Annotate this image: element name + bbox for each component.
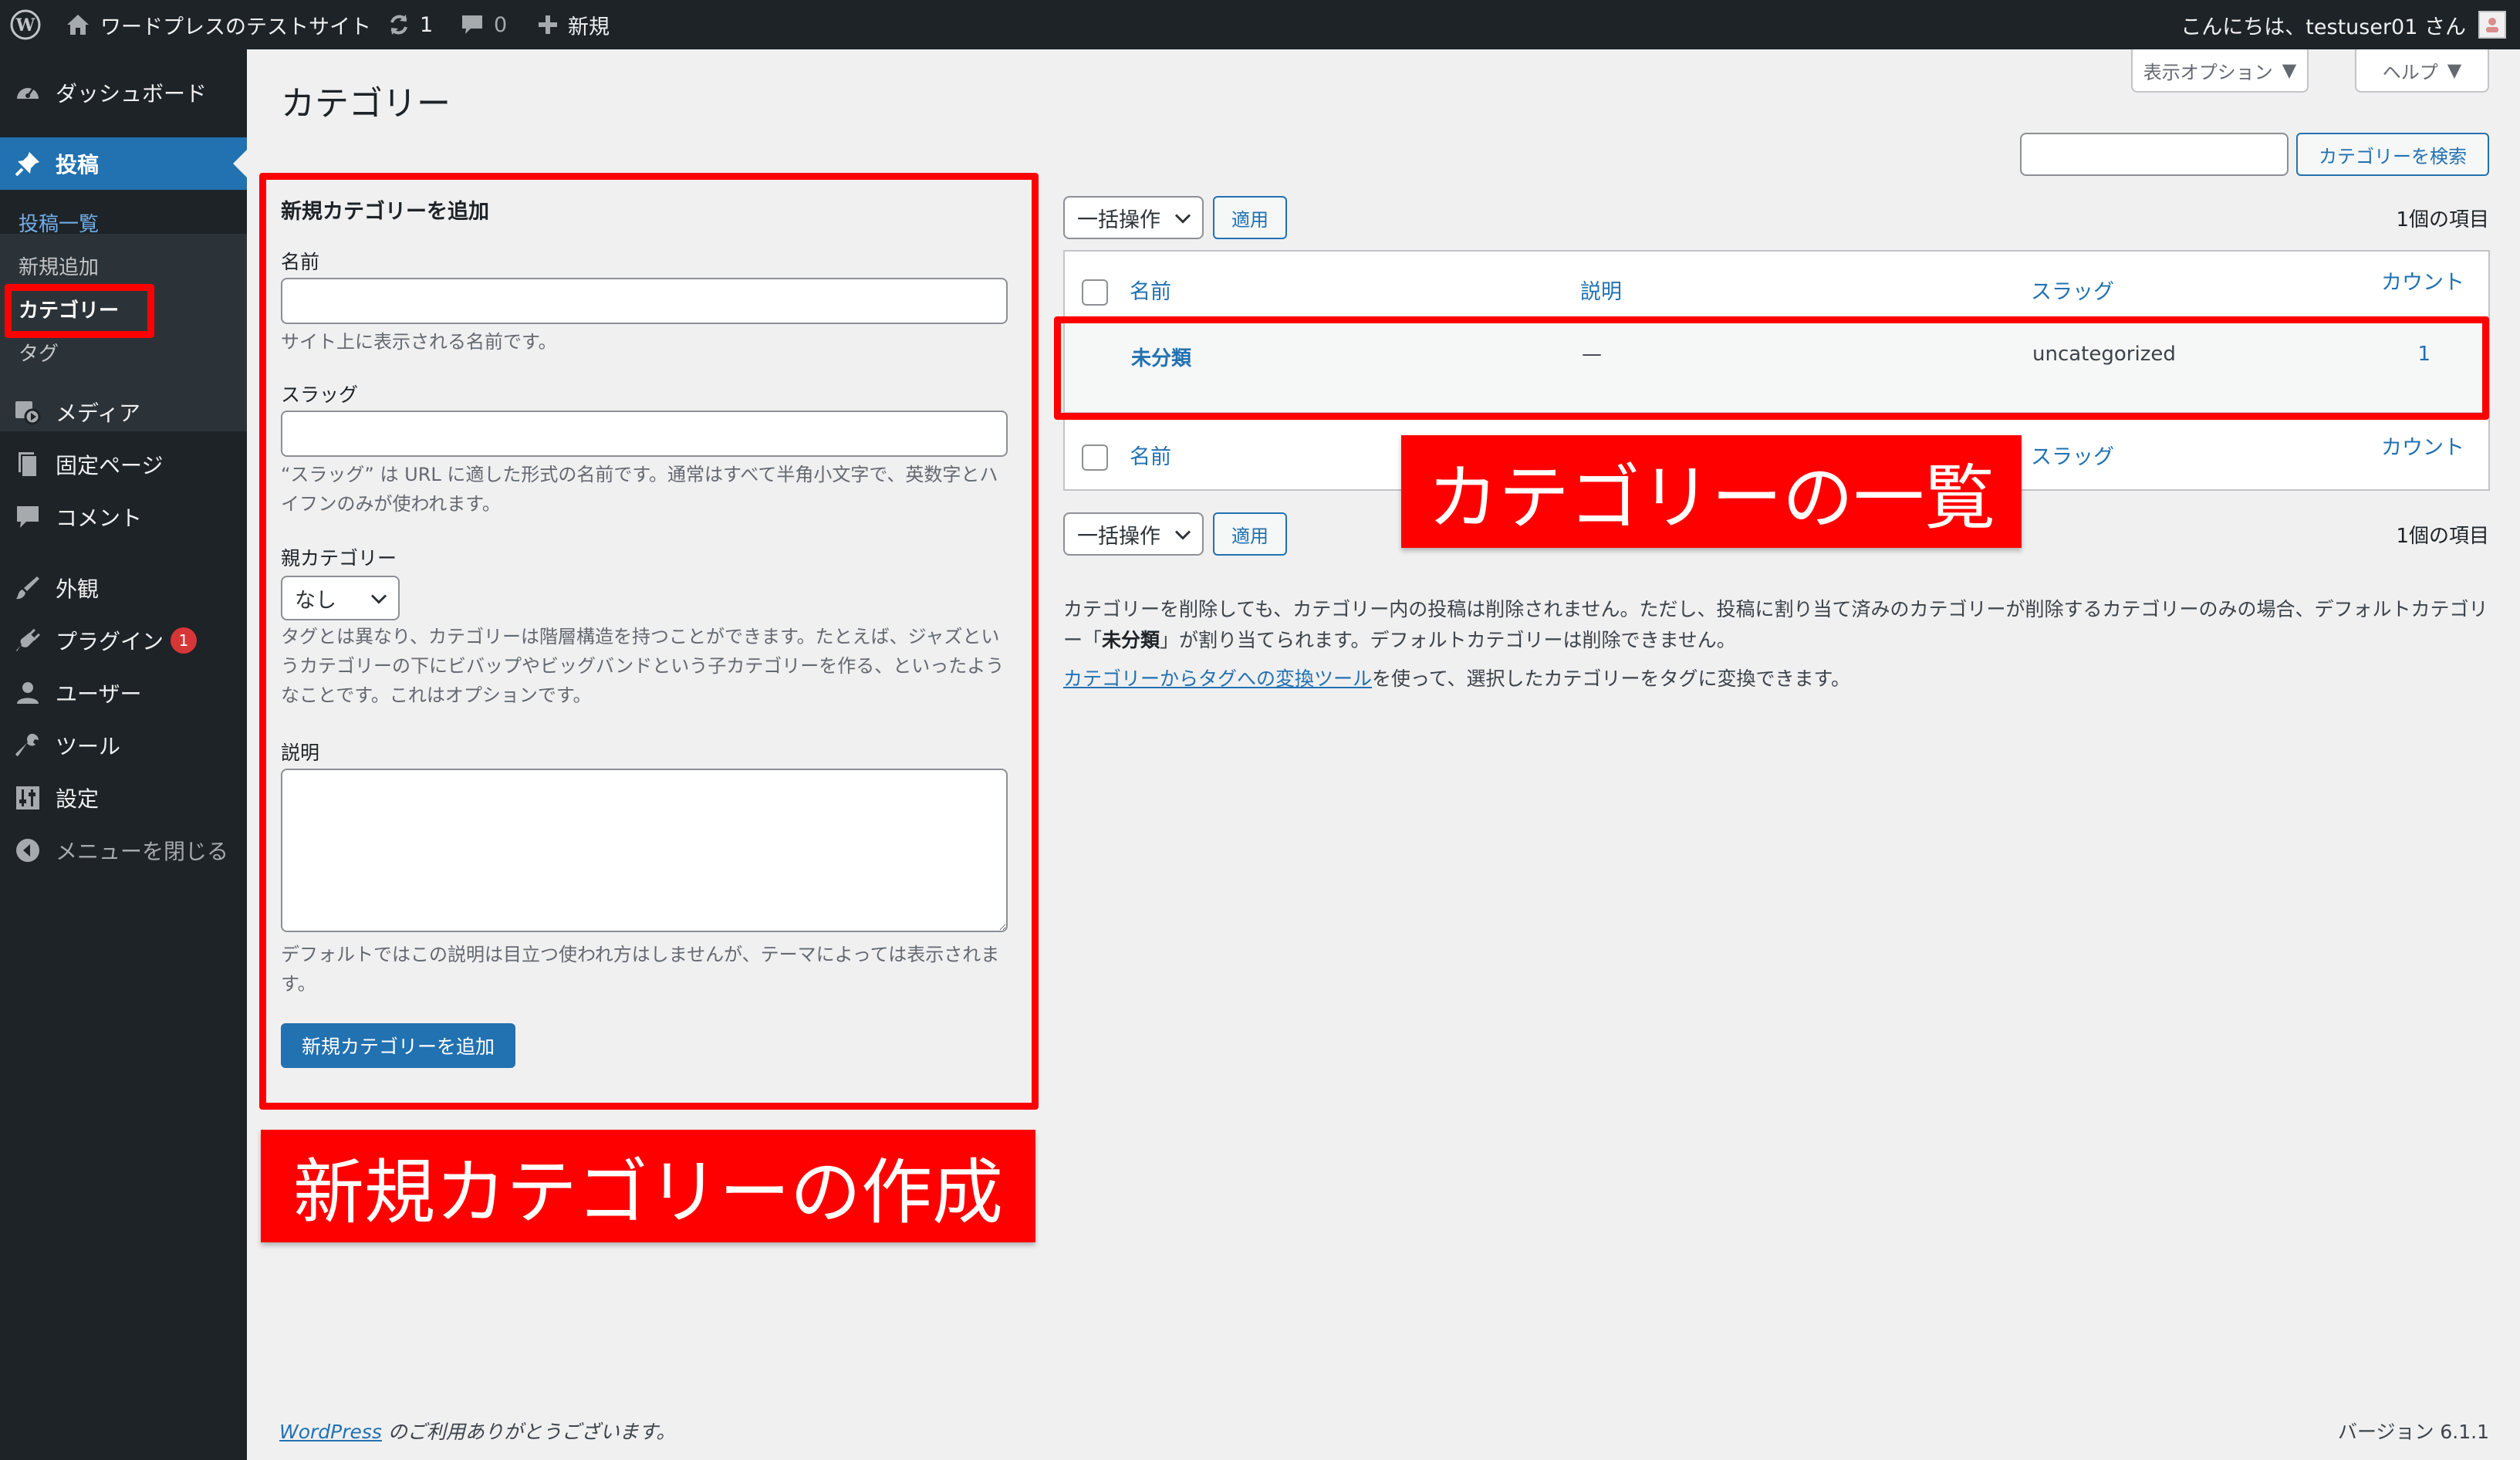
bulk-action-label: 一括操作 bbox=[1077, 208, 1160, 232]
wordpress-link[interactable]: WordPress bbox=[279, 1421, 382, 1443]
sidebar-item-pages[interactable]: 固定ページ bbox=[0, 438, 247, 491]
new-label: 新規 bbox=[568, 15, 610, 39]
annotation-label-create: 新規カテゴリーの作成 bbox=[261, 1130, 1035, 1242]
sidebar-label-users: ユーザー bbox=[56, 681, 142, 707]
category-tag-converter-link[interactable]: カテゴリーからタグへの変換ツール bbox=[1063, 667, 1372, 690]
new-content-link[interactable]: 新規 bbox=[537, 0, 610, 49]
annotation-box-categories-menu bbox=[5, 284, 154, 338]
annotation-label-list: カテゴリーの一覧 bbox=[1401, 435, 2022, 548]
comment-bubble-icon bbox=[460, 13, 485, 36]
sidebar-label-settings: 設定 bbox=[56, 786, 100, 812]
sidebar-item-settings[interactable]: 設定 bbox=[0, 772, 247, 824]
sidebar-label-posts: 投稿 bbox=[56, 152, 100, 177]
search-categories-button[interactable]: カテゴリーを検索 bbox=[2296, 133, 2489, 176]
user-greeting[interactable]: こんにちは、testuser01 さん bbox=[2181, 0, 2466, 49]
delete-category-note: カテゴリーを削除しても、カテゴリー内の投稿は削除されません。ただし、投稿に割り当… bbox=[1063, 594, 2490, 656]
sidebar-item-tools[interactable]: ツール bbox=[0, 719, 247, 772]
help-label: ヘルプ bbox=[2382, 61, 2438, 83]
comments-icon bbox=[14, 503, 42, 531]
column-header-count[interactable]: カウント bbox=[2381, 265, 2464, 296]
plugin-plug-icon bbox=[14, 627, 42, 654]
column-footer-name[interactable]: 名前 bbox=[1130, 440, 1171, 470]
wordpress-logo-icon[interactable]: W bbox=[9, 0, 42, 49]
column-header-description[interactable]: 説明 bbox=[1580, 275, 1622, 305]
submenu-item-add-new[interactable]: 新規追加 bbox=[19, 252, 99, 280]
bulk-action-select-top[interactable]: 一括操作 bbox=[1063, 196, 1204, 239]
wrench-icon bbox=[14, 732, 42, 759]
site-name: ワードプレスのテストサイト bbox=[100, 15, 371, 39]
media-icon bbox=[14, 398, 42, 426]
comments-link[interactable]: 0 bbox=[460, 0, 507, 49]
category-search-input[interactable] bbox=[2020, 133, 2289, 176]
current-menu-arrow bbox=[233, 150, 247, 177]
plugins-update-badge: 1 bbox=[171, 627, 197, 654]
note-text: を使って、選択したカテゴリーをタグに変換できます。 bbox=[1372, 667, 1851, 690]
column-footer-count[interactable]: カウント bbox=[2381, 431, 2464, 461]
item-count-top: 1個の項目 bbox=[2396, 208, 2489, 232]
note-text: 」が割り当てられます。デフォルトカテゴリーは削除できません。 bbox=[1160, 629, 1736, 651]
site-name-link[interactable]: ワードプレスのテストサイト bbox=[65, 0, 371, 49]
sidebar-item-appearance[interactable]: 外観 bbox=[0, 562, 247, 614]
avatar-icon bbox=[2478, 11, 2506, 39]
sidebar-item-users[interactable]: ユーザー bbox=[0, 667, 247, 719]
sidebar-label-collapse: メニューを閉じる bbox=[56, 839, 229, 864]
sidebar-collapse-button[interactable]: メニューを閉じる bbox=[0, 824, 247, 877]
column-header-name[interactable]: 名前 bbox=[1130, 275, 1171, 305]
plus-icon bbox=[537, 14, 559, 35]
select-all-checkbox-bottom[interactable] bbox=[1082, 444, 1108, 471]
caret-down-icon: ▼ bbox=[2282, 59, 2297, 81]
submenu-item-tags[interactable]: タグ bbox=[19, 338, 59, 367]
item-count-bottom: 1個の項目 bbox=[2396, 525, 2489, 548]
paintbrush-icon bbox=[14, 574, 42, 602]
settings-sliders-icon bbox=[14, 784, 42, 812]
user-avatar[interactable] bbox=[2478, 0, 2506, 49]
converter-note: カテゴリーからタグへの変換ツールを使って、選択したカテゴリーをタグに変換できます… bbox=[1063, 664, 2490, 695]
default-category-name: 未分類 bbox=[1102, 629, 1160, 651]
updates-icon bbox=[386, 12, 412, 38]
sidebar-label-comments: コメント bbox=[56, 505, 143, 531]
bulk-action-label: 一括操作 bbox=[1077, 524, 1160, 549]
svg-text:W: W bbox=[15, 15, 35, 35]
admin-bar: W ワードプレスのテストサイト 1 0 新規 こんにちは、testuser01 … bbox=[0, 0, 2520, 49]
updates-link[interactable]: 1 bbox=[386, 0, 433, 49]
footer-version: バージョン 6.1.1 bbox=[2337, 1421, 2489, 1443]
screen-options-button[interactable]: 表示オプション ▼ bbox=[2131, 49, 2309, 93]
sidebar-item-media[interactable]: メディア bbox=[0, 386, 247, 438]
sidebar-item-comments[interactable]: コメント bbox=[0, 491, 247, 543]
annotation-box-category-row bbox=[1054, 316, 2489, 420]
footer-thanks: WordPress のご利用ありがとうございます。 bbox=[279, 1417, 675, 1445]
bulk-action-select-bottom[interactable]: 一括操作 bbox=[1063, 512, 1204, 556]
select-all-checkbox[interactable] bbox=[1082, 279, 1108, 306]
sidebar-item-posts[interactable]: 投稿 bbox=[0, 137, 247, 190]
dashboard-gauge-icon bbox=[14, 79, 42, 106]
page-title: カテゴリー bbox=[281, 84, 451, 123]
help-button[interactable]: ヘルプ ▼ bbox=[2355, 49, 2489, 93]
screen-options-label: 表示オプション bbox=[2143, 61, 2273, 83]
sidebar-label-tools: ツール bbox=[56, 734, 121, 759]
column-header-slug[interactable]: スラッグ bbox=[2031, 275, 2114, 305]
sidebar-label-appearance: 外観 bbox=[56, 576, 100, 602]
sidebar-label-media: メディア bbox=[56, 400, 141, 426]
sidebar-item-dashboard[interactable]: ダッシュボード bbox=[0, 66, 247, 119]
pushpin-icon bbox=[14, 150, 42, 177]
sidebar-item-plugins[interactable]: プラグイン 1 bbox=[0, 614, 247, 667]
apply-button-top[interactable]: 適用 bbox=[1213, 196, 1287, 239]
caret-down-icon: ▼ bbox=[2447, 59, 2462, 81]
sidebar-label-dashboard: ダッシュボード bbox=[56, 81, 208, 106]
comments-count: 0 bbox=[494, 12, 508, 37]
user-icon bbox=[14, 679, 42, 707]
chevron-down-icon bbox=[1174, 522, 1191, 546]
updates-count: 1 bbox=[420, 12, 434, 37]
home-icon bbox=[65, 12, 91, 37]
sidebar-label-pages: 固定ページ bbox=[56, 453, 164, 478]
chevron-down-icon bbox=[1174, 206, 1191, 230]
footer-thanks-text: のご利用ありがとうございます。 bbox=[381, 1421, 676, 1443]
submenu-item-all-posts[interactable]: 投稿一覧 bbox=[19, 208, 99, 237]
column-footer-slug[interactable]: スラッグ bbox=[2031, 440, 2114, 470]
annotation-box-add-form bbox=[259, 173, 1039, 1110]
collapse-arrow-icon bbox=[14, 836, 42, 864]
pages-icon bbox=[14, 451, 42, 478]
apply-button-bottom[interactable]: 適用 bbox=[1213, 512, 1287, 556]
sidebar-label-plugins: プラグイン bbox=[56, 629, 164, 654]
